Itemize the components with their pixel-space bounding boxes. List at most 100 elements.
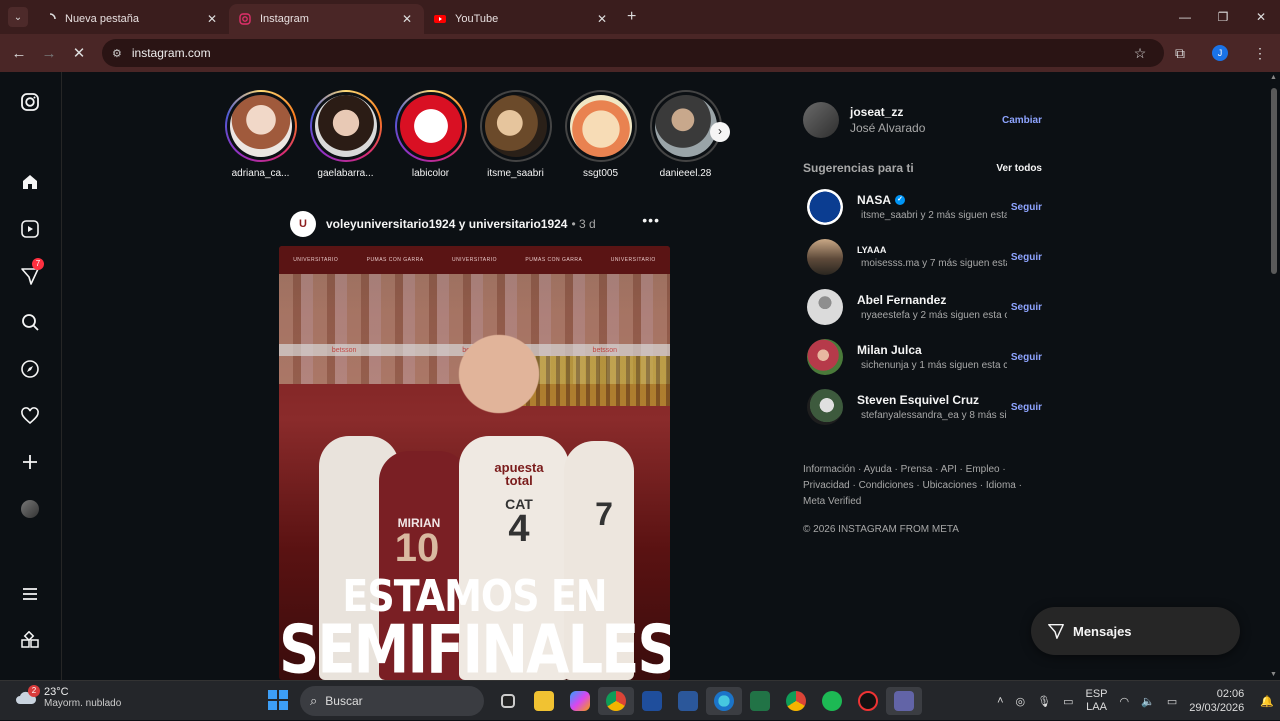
account-avatar[interactable]: [803, 102, 839, 138]
post-authors[interactable]: voleyuniversitario1924 y universitario19…: [326, 217, 567, 231]
teams-icon[interactable]: [886, 687, 922, 715]
maximize-icon[interactable]: ❐: [1204, 0, 1242, 34]
app-r-icon[interactable]: [634, 687, 670, 715]
story-item[interactable]: labicolor: [388, 90, 473, 180]
excel-icon[interactable]: [742, 687, 778, 715]
search-icon[interactable]: [20, 312, 40, 332]
tab-title: Nueva pestaña: [65, 13, 139, 25]
menu-icon[interactable]: [20, 584, 40, 604]
follow-button[interactable]: Seguir: [1011, 202, 1042, 213]
lang-code: ESP: [1085, 688, 1108, 700]
page-scrollbar[interactable]: ▲ ▼: [1268, 72, 1280, 680]
suggestions-header: Sugerencias para ti Ver todos: [803, 158, 1048, 178]
suggestion-avatar[interactable]: [807, 189, 843, 225]
sponsor-text: betsson: [592, 346, 618, 354]
account-username[interactable]: joseat_zz: [850, 105, 925, 119]
close-window-icon[interactable]: ✕: [1242, 0, 1280, 34]
extensions-icon[interactable]: ⧉: [1160, 45, 1200, 62]
app-dark-icon[interactable]: [850, 687, 886, 715]
wifi-icon[interactable]: ◠: [1120, 695, 1130, 708]
story-item[interactable]: adriana_ca...: [218, 90, 303, 180]
chrome-alt-icon[interactable]: [778, 687, 814, 715]
windows-start-icon[interactable]: [268, 690, 288, 710]
weather-widget[interactable]: 2 23°C Mayorm. nublado: [14, 684, 121, 709]
story-item[interactable]: gaelabarra...: [303, 90, 388, 180]
more-options-icon[interactable]: •••: [642, 212, 660, 228]
follow-button[interactable]: Seguir: [1011, 352, 1042, 363]
spotify-icon[interactable]: [814, 687, 850, 715]
more-apps-icon[interactable]: [20, 630, 40, 651]
close-icon[interactable]: ✕: [205, 12, 219, 26]
heart-icon[interactable]: [20, 406, 40, 426]
clock[interactable]: 02:06 29/03/2026: [1189, 687, 1244, 715]
explore-icon[interactable]: [20, 359, 40, 379]
file-explorer-icon[interactable]: [526, 687, 562, 715]
story-item[interactable]: itsme_saabri: [473, 90, 558, 180]
scroll-down-icon[interactable]: ▼: [1270, 671, 1277, 678]
battery-icon[interactable]: ▭: [1167, 695, 1177, 708]
tab-instagram[interactable]: Instagram ✕: [229, 4, 424, 34]
suggestion-avatar[interactable]: [807, 289, 843, 325]
word-icon[interactable]: [670, 687, 706, 715]
youtube-favicon-icon: [434, 13, 446, 25]
follow-button[interactable]: Seguir: [1011, 402, 1042, 413]
story-item[interactable]: danieeel.28 ›: [643, 90, 730, 180]
follow-button[interactable]: Seguir: [1011, 252, 1042, 263]
taskbar-search[interactable]: ⌕ Buscar: [300, 686, 484, 716]
create-icon[interactable]: [20, 452, 40, 472]
suggestion-avatar[interactable]: [807, 389, 843, 425]
chrome-menu-icon[interactable]: ⋮: [1240, 45, 1280, 62]
post-author-avatar[interactable]: U: [290, 211, 316, 237]
close-icon[interactable]: ✕: [400, 12, 414, 26]
toolbar-actions: ☆ ⧉ J ⋮: [1120, 34, 1280, 72]
instagram-logo-icon[interactable]: [20, 92, 40, 112]
chevron-right-icon[interactable]: ›: [710, 122, 730, 142]
chrome-icon[interactable]: [598, 687, 634, 715]
tab-search-button[interactable]: ⌄: [8, 7, 28, 27]
messenger-icon[interactable]: 7: [20, 258, 44, 286]
profile-avatar[interactable]: J: [1212, 45, 1228, 61]
copilot-icon[interactable]: [562, 687, 598, 715]
suggestion-name[interactable]: Abel Fernandez: [857, 293, 1007, 307]
minimize-icon[interactable]: —: [1166, 0, 1204, 34]
volume-icon[interactable]: 🔈: [1141, 695, 1155, 708]
footer-links[interactable]: Información · Ayuda · Prensa · API · Emp…: [803, 462, 1023, 510]
home-icon[interactable]: [20, 172, 40, 192]
story-name: danieeel.28: [659, 168, 712, 179]
site-info-icon[interactable]: ⚙: [112, 47, 122, 60]
notifications-icon[interactable]: 🔔: [1260, 695, 1274, 708]
url-field[interactable]: ⚙ instagram.com: [102, 39, 1164, 67]
story-name: gaelabarra...: [317, 168, 374, 179]
forward-icon[interactable]: →: [34, 38, 64, 68]
back-icon[interactable]: ←: [4, 38, 34, 68]
suggestion-name[interactable]: Steven Esquivel Cruz: [857, 393, 1007, 407]
scroll-up-icon[interactable]: ▲: [1270, 74, 1277, 81]
scroll-thumb[interactable]: [1271, 88, 1277, 274]
bookmark-star-icon[interactable]: ☆: [1120, 45, 1160, 62]
tab-nueva-pestana[interactable]: Nueva pestaña ✕: [34, 4, 229, 34]
profile-avatar[interactable]: [21, 500, 39, 518]
new-tab-button[interactable]: +: [627, 8, 636, 26]
suggestion-name[interactable]: Milan Julca: [857, 343, 1007, 357]
reels-icon[interactable]: [20, 219, 40, 239]
task-view-icon[interactable]: [490, 687, 526, 715]
display-icon[interactable]: ▭: [1063, 695, 1073, 708]
chevron-up-icon[interactable]: ˄: [997, 695, 1003, 707]
language-indicator[interactable]: ESP LAA: [1086, 688, 1108, 714]
post-image[interactable]: UNIVERSITARIO PUMAS CON GARRA UNIVERSITA…: [279, 246, 670, 680]
suggestion-avatar[interactable]: [807, 339, 843, 375]
story-item[interactable]: ssgt005: [558, 90, 643, 180]
follow-button[interactable]: Seguir: [1011, 302, 1042, 313]
messages-button[interactable]: Mensajes: [1031, 607, 1240, 655]
close-icon[interactable]: ✕: [595, 12, 609, 26]
stop-loading-icon[interactable]: ✕: [64, 38, 94, 68]
network-app-icon[interactable]: ◎: [1016, 695, 1026, 708]
suggestion-name[interactable]: NASA ✓: [857, 193, 1007, 207]
tab-youtube[interactable]: YouTube ✕: [424, 4, 619, 34]
edge-icon[interactable]: [706, 687, 742, 715]
microphone-icon[interactable]: 🎙: [1037, 695, 1051, 708]
see-all-button[interactable]: Ver todos: [996, 163, 1042, 174]
suggestion-avatar[interactable]: [807, 239, 843, 275]
switch-account-button[interactable]: Cambiar: [1002, 115, 1042, 126]
suggestion-name[interactable]: LYAAA: [857, 245, 1007, 255]
